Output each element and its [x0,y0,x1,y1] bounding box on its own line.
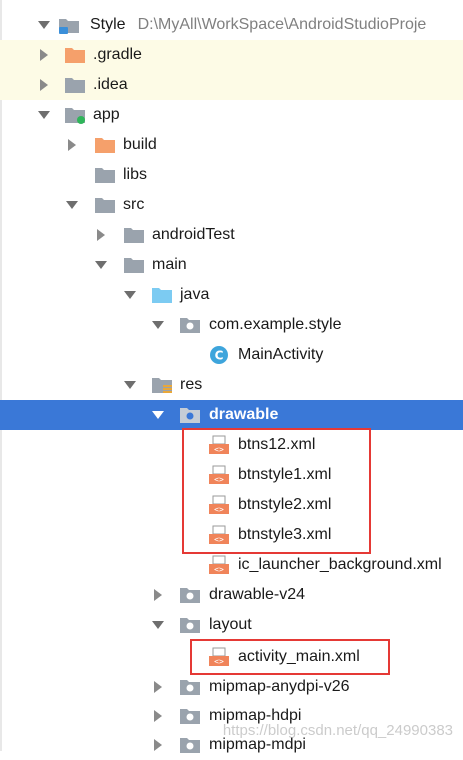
tree-item-label: MainActivity [238,346,324,363]
tree-item-label: com.example.style [209,316,342,333]
folder-orange-icon [64,45,86,65]
tree-row-project[interactable]: Style D:\MyAll\WorkSpace\AndroidStudioPro… [0,10,463,40]
class-icon: C [208,345,230,365]
expanded-arrow-icon[interactable] [36,107,52,123]
tree-item-label: app [93,106,120,123]
resource-folder-icon [151,375,173,395]
expanded-arrow-icon[interactable] [122,377,138,393]
tree-item-label: build [123,136,157,153]
tree-row-androidtest[interactable]: androidTest [0,220,463,250]
svg-text:C: C [215,349,224,363]
expanded-arrow-icon[interactable] [150,317,166,333]
tree-item-label: drawable-v24 [209,586,306,603]
tree-row-gradle[interactable]: .gradle [0,40,463,70]
tree-row-app[interactable]: app [0,100,463,130]
tree-item-label: libs [123,166,148,183]
tree-row-mipmap-anydpi[interactable]: mipmap-anydpi-v26 [0,672,463,702]
package-icon [179,706,201,726]
tree-item-label: layout [209,616,252,633]
collapsed-arrow-icon[interactable] [150,708,166,724]
tree-row-mainactivity[interactable]: C MainActivity [0,340,463,370]
tree-row-libs[interactable]: libs [0,160,463,190]
tree-item-label: androidTest [152,226,235,243]
tree-item-label: mipmap-anydpi-v26 [209,678,350,695]
project-path-label: D:\MyAll\WorkSpace\AndroidStudioProje [137,16,427,33]
xml-file-icon: <> [208,555,230,575]
expanded-arrow-icon[interactable] [64,197,80,213]
tree-item-label: ic_launcher_background.xml [238,556,442,573]
folder-gray-icon [123,225,145,245]
tree-row-layout[interactable]: layout [0,610,463,640]
package-icon [179,405,201,425]
expanded-arrow-icon[interactable] [36,17,52,33]
collapsed-arrow-icon[interactable] [150,587,166,603]
tree-row-package[interactable]: com.example.style [0,310,463,340]
tree-item-label: java [180,286,210,303]
tree-row-drawable-v24[interactable]: drawable-v24 [0,580,463,610]
expanded-arrow-icon[interactable] [150,617,166,633]
module-folder-icon [64,105,86,125]
package-icon [179,585,201,605]
collapsed-arrow-icon[interactable] [36,47,52,63]
tree-row-idea[interactable]: .idea [0,70,463,100]
package-icon [179,315,201,335]
collapsed-arrow-icon[interactable] [150,679,166,695]
highlight-box-layout-file [190,639,390,675]
tree-item-label: main [152,256,187,273]
tree-item-label: src [123,196,145,213]
tree-item-label: .idea [93,76,128,93]
tree-row-src[interactable]: src [0,190,463,220]
tree-row-res[interactable]: res [0,370,463,400]
watermark: https://blog.csdn.net/qq_24990383 [222,722,453,739]
collapsed-arrow-icon[interactable] [36,77,52,93]
tree-row-drawable[interactable]: drawable [0,400,463,430]
folder-gray-icon [94,165,116,185]
tree-row-main[interactable]: main [0,250,463,280]
expanded-arrow-icon[interactable] [150,407,166,423]
folder-gray-icon [64,75,86,95]
tree-row-java[interactable]: java [0,280,463,310]
expanded-arrow-icon[interactable] [93,257,109,273]
collapsed-arrow-icon[interactable] [93,227,109,243]
project-tree: Style D:\MyAll\WorkSpace\AndroidStudioPro… [0,0,463,753]
expanded-arrow-icon[interactable] [122,287,138,303]
package-icon [179,735,201,755]
tree-item-label: drawable [209,406,279,423]
highlight-box-drawable-files [182,428,371,554]
package-icon [179,677,201,697]
project-name-label: Style D:\MyAll\WorkSpace\AndroidStudioPro… [90,16,427,33]
folder-blue-icon [151,285,173,305]
tree-item-label: .gradle [93,46,142,63]
tree-item-label: res [180,376,203,393]
package-icon [179,615,201,635]
svg-text:<>: <> [214,565,224,574]
folder-gray-icon [123,255,145,275]
tree-row-xml-file[interactable]: <> ic_launcher_background.xml [0,550,463,580]
tree-row-build[interactable]: build [0,130,463,160]
project-folder-icon [58,15,80,35]
folder-gray-icon [94,195,116,215]
folder-orange-icon [94,135,116,155]
collapsed-arrow-icon[interactable] [64,137,80,153]
